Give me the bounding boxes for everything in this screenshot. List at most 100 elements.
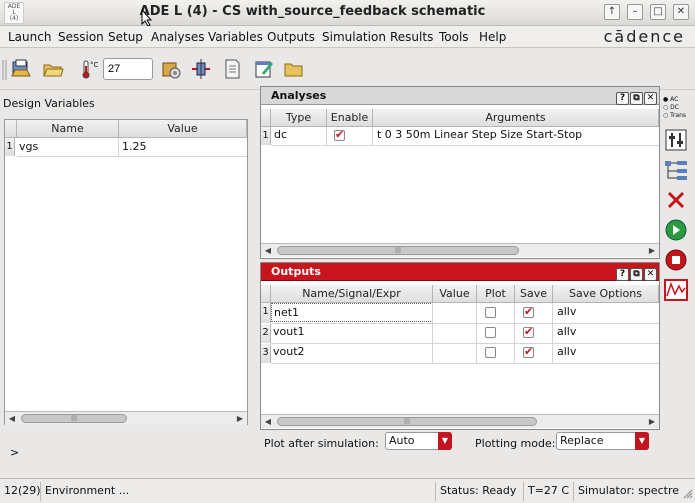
column-header-value[interactable]: Value xyxy=(119,120,247,138)
scroll-thumb[interactable]: ||| xyxy=(277,417,537,426)
variable-value-cell[interactable]: 1.25 xyxy=(122,138,242,156)
column-divider xyxy=(372,127,373,145)
load-state-icon[interactable] xyxy=(10,58,32,80)
plotting-mode-value: Replace xyxy=(560,434,604,447)
window-minimize-button[interactable]: – xyxy=(627,4,643,20)
scroll-thumb[interactable]: ||| xyxy=(277,246,519,255)
column-header-name[interactable]: Name xyxy=(17,120,119,138)
row-number: 3 xyxy=(261,344,271,363)
output-name-cell[interactable]: net1 xyxy=(271,303,433,322)
output-name-cell[interactable]: vout2 xyxy=(273,343,305,361)
scroll-right-arrow-icon[interactable]: ▶ xyxy=(645,244,659,257)
output-save-checkbox[interactable] xyxy=(523,325,534,338)
scroll-left-arrow-icon[interactable]: ◀ xyxy=(5,412,19,425)
analysis-arguments-cell[interactable]: t 0 3 50m Linear Step Size Start-Stop xyxy=(377,126,582,144)
plotting-mode-select[interactable]: Replace ▼ xyxy=(556,432,649,450)
chevron-down-icon[interactable]: ▼ xyxy=(438,432,452,450)
row-number: 1 xyxy=(261,303,271,323)
menu-setup[interactable]: Setup xyxy=(108,30,143,44)
float-icon[interactable]: ⧉ xyxy=(630,92,643,105)
window-close-button[interactable]: ✕ xyxy=(673,4,689,20)
output-plot-checkbox[interactable] xyxy=(485,347,496,358)
status-state: Status: Ready xyxy=(435,482,523,501)
menu-tools[interactable]: Tools xyxy=(439,30,469,44)
hierarchy-icon[interactable] xyxy=(663,158,689,182)
output-save-checkbox[interactable] xyxy=(523,345,534,358)
output-save-options-cell[interactable]: allv xyxy=(557,323,576,341)
menu-results[interactable]: Results xyxy=(390,30,433,44)
scroll-thumb[interactable]: ||| xyxy=(21,414,127,423)
column-header-save[interactable]: Save xyxy=(515,285,553,303)
setup-stimuli-icon[interactable] xyxy=(190,58,212,80)
menu-variables[interactable]: Variables xyxy=(208,30,263,44)
column-divider xyxy=(514,303,515,363)
analysis-type-cell[interactable]: dc xyxy=(274,126,287,144)
outputs-hscroll[interactable]: ◀ ||| ▶ xyxy=(261,414,659,428)
row-divider xyxy=(271,145,659,146)
scroll-left-arrow-icon[interactable]: ◀ xyxy=(261,415,275,428)
radio-trans[interactable]: ○ Trans xyxy=(663,112,689,120)
column-header-plot[interactable]: Plot xyxy=(477,285,515,303)
analysis-enable-checkbox[interactable] xyxy=(334,128,345,141)
column-header-arguments[interactable]: Arguments xyxy=(373,109,659,127)
column-header-type[interactable]: Type xyxy=(271,109,327,127)
stop-simulation-icon[interactable] xyxy=(663,248,689,272)
plot-after-simulation-select[interactable]: Auto ▼ xyxy=(385,432,452,450)
edit-form-icon[interactable] xyxy=(253,58,275,80)
run-simulation-icon[interactable] xyxy=(663,218,689,242)
column-divider xyxy=(326,127,327,145)
output-plot-checkbox[interactable] xyxy=(485,327,496,338)
menu-outputs[interactable]: Outputs xyxy=(267,30,315,44)
menu-simulation[interactable]: Simulation xyxy=(322,30,386,44)
analyses-panel: Analyses ? ⧉ ✕ Type Enable Arguments 1 dc … xyxy=(260,86,660,259)
radio-dc[interactable]: ○ DC xyxy=(663,104,689,112)
output-save-checkbox[interactable] xyxy=(523,305,534,318)
window-title: ADE L (4) - CS with_source_feedback sche… xyxy=(139,4,486,19)
design-variables-table: Name Value 1 vgs 1.25 ◀ ||| ▶ xyxy=(4,119,248,425)
close-icon[interactable]: ✕ xyxy=(644,92,657,105)
menu-analyses[interactable]: Analyses xyxy=(151,30,205,44)
menu-session[interactable]: Session xyxy=(58,30,104,44)
scroll-left-arrow-icon[interactable]: ◀ xyxy=(261,244,275,257)
output-save-options-cell[interactable]: allv xyxy=(557,343,576,361)
command-prompt[interactable]: > xyxy=(10,446,19,459)
radio-ac[interactable]: ● AC xyxy=(663,96,689,104)
results-folder-icon[interactable] xyxy=(283,58,305,80)
window-maximize-button[interactable]: □ xyxy=(650,4,666,20)
window-up-button[interactable]: ↑ xyxy=(604,4,620,20)
resize-grip-icon[interactable] xyxy=(683,489,693,499)
temp-unit-label: °C xyxy=(90,61,99,69)
analysis-type-radio[interactable]: ● AC ○ DC ○ Trans xyxy=(663,96,689,124)
scroll-right-arrow-icon[interactable]: ▶ xyxy=(233,412,247,425)
close-icon[interactable]: ✕ xyxy=(644,268,657,281)
plot-outputs-icon[interactable] xyxy=(663,278,689,302)
menu-launch[interactable]: Launch xyxy=(8,30,51,44)
model-libraries-icon[interactable] xyxy=(160,58,182,80)
delete-icon[interactable] xyxy=(663,188,689,212)
output-save-options-cell[interactable]: allv xyxy=(557,303,576,321)
help-icon[interactable]: ? xyxy=(616,92,629,105)
analyses-hscroll[interactable]: ◀ ||| ▶ xyxy=(261,243,659,257)
table-corner xyxy=(261,285,271,303)
tune-sliders-icon[interactable] xyxy=(663,128,689,152)
output-plot-checkbox[interactable] xyxy=(485,307,496,318)
menu-bar: Launch Session Setup Analyses Variables … xyxy=(0,26,695,48)
scroll-right-arrow-icon[interactable]: ▶ xyxy=(645,415,659,428)
column-header-value[interactable]: Value xyxy=(433,285,477,303)
chevron-down-icon[interactable]: ▼ xyxy=(635,432,649,450)
row-divider xyxy=(17,156,247,157)
variable-name-cell[interactable]: vgs xyxy=(17,138,119,156)
table-corner xyxy=(5,120,17,138)
column-header-save-options[interactable]: Save Options xyxy=(553,285,659,303)
float-icon[interactable]: ⧉ xyxy=(630,268,643,281)
help-icon[interactable]: ? xyxy=(616,268,629,281)
output-name-cell[interactable]: vout1 xyxy=(273,323,305,341)
menu-help[interactable]: Help xyxy=(479,30,506,44)
column-header-enable[interactable]: Enable xyxy=(327,109,373,127)
design-variables-hscroll[interactable]: ◀ ||| ▶ xyxy=(5,411,247,425)
netlist-icon[interactable] xyxy=(221,58,243,80)
open-folder-icon[interactable] xyxy=(42,58,64,80)
temperature-input[interactable] xyxy=(103,58,153,80)
column-header-name-signal-expr[interactable]: Name/Signal/Expr xyxy=(271,285,433,303)
column-divider xyxy=(432,303,433,363)
